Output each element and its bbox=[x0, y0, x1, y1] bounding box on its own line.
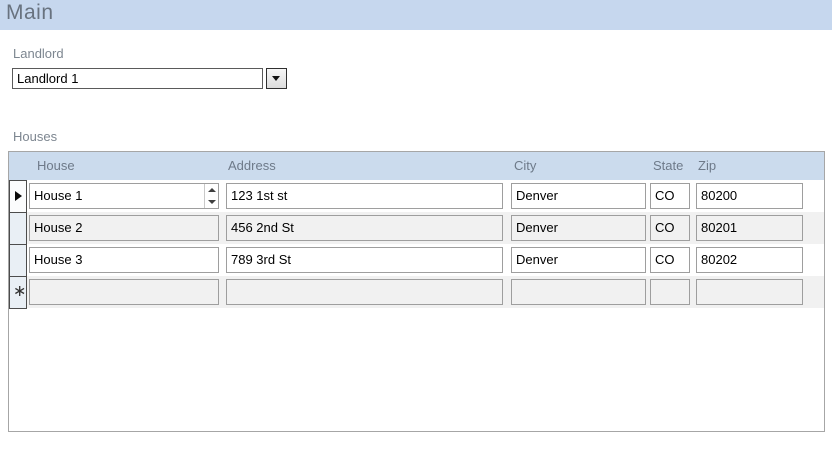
state-field-empty[interactable] bbox=[650, 279, 690, 305]
house-field-value: House 1 bbox=[34, 188, 83, 203]
column-header-state: State bbox=[653, 158, 684, 173]
table-row: House 1 123 1st st Denver CO 80200 bbox=[9, 180, 824, 213]
house-field[interactable]: House 1 bbox=[29, 183, 219, 209]
house-field[interactable]: House 3 bbox=[29, 247, 219, 273]
city-field-empty[interactable] bbox=[511, 279, 646, 305]
zip-field[interactable]: 80201 bbox=[696, 215, 803, 241]
spinner-down-icon bbox=[208, 200, 216, 204]
column-header-address: Address bbox=[228, 158, 276, 173]
dropdown-arrow-icon bbox=[272, 76, 280, 81]
field-spinner[interactable] bbox=[204, 184, 218, 208]
zip-field[interactable]: 80202 bbox=[696, 247, 803, 273]
landlord-label: Landlord bbox=[13, 46, 64, 61]
page-title: Main bbox=[6, 1, 54, 24]
house-field-empty[interactable] bbox=[29, 279, 219, 305]
new-record-selector[interactable]: ∗ bbox=[9, 276, 27, 309]
column-header-house: House bbox=[37, 158, 75, 173]
houses-label: Houses bbox=[13, 129, 58, 144]
state-field[interactable]: CO bbox=[650, 183, 690, 209]
record-selector[interactable] bbox=[9, 212, 27, 245]
address-field[interactable]: 456 2nd St bbox=[226, 215, 503, 241]
address-field[interactable]: 789 3rd St bbox=[226, 247, 503, 273]
form-header-bar: Main bbox=[0, 0, 832, 30]
landlord-combobox[interactable]: Landlord 1 bbox=[12, 68, 287, 89]
datasheet-header-row: House Address City State Zip bbox=[9, 152, 824, 180]
state-field[interactable]: CO bbox=[650, 247, 690, 273]
city-field[interactable]: Denver bbox=[511, 183, 646, 209]
landlord-combobox-dropdown-button[interactable] bbox=[266, 68, 287, 89]
spinner-up-icon bbox=[208, 188, 216, 192]
column-header-zip: Zip bbox=[698, 158, 717, 173]
main-form: Main Landlord Landlord 1 Houses House Ad… bbox=[0, 0, 832, 452]
houses-datasheet: House Address City State Zip House 1 123… bbox=[8, 151, 825, 432]
current-record-icon bbox=[15, 191, 22, 201]
record-selector[interactable] bbox=[9, 244, 27, 277]
new-record-icon: ∗ bbox=[13, 283, 27, 300]
city-field[interactable]: Denver bbox=[511, 247, 646, 273]
table-row: House 2 456 2nd St Denver CO 80201 bbox=[9, 212, 824, 245]
new-record-row: ∗ bbox=[9, 276, 824, 309]
zip-field[interactable]: 80200 bbox=[696, 183, 803, 209]
column-header-city: City bbox=[514, 158, 537, 173]
city-field[interactable]: Denver bbox=[511, 215, 646, 241]
zip-field-empty[interactable] bbox=[696, 279, 803, 305]
landlord-combobox-value[interactable]: Landlord 1 bbox=[12, 68, 263, 89]
table-row: House 3 789 3rd St Denver CO 80202 bbox=[9, 244, 824, 277]
address-field[interactable]: 123 1st st bbox=[226, 183, 503, 209]
house-field[interactable]: House 2 bbox=[29, 215, 219, 241]
record-selector[interactable] bbox=[9, 180, 27, 213]
address-field-empty[interactable] bbox=[226, 279, 503, 305]
state-field[interactable]: CO bbox=[650, 215, 690, 241]
